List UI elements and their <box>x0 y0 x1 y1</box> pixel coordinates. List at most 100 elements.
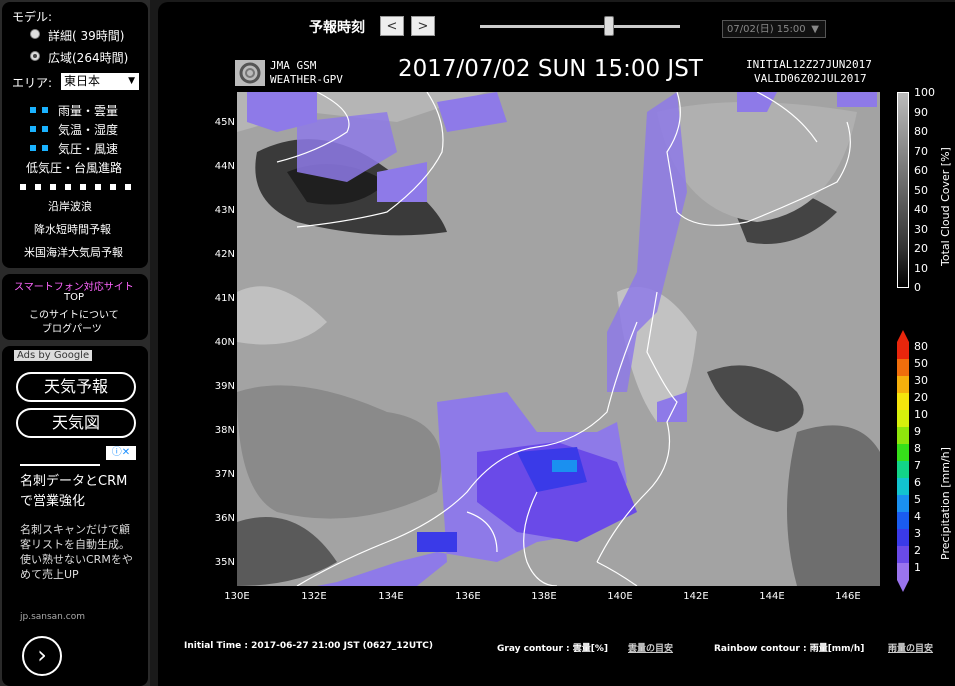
ad-divider <box>20 464 100 466</box>
lon-label: 144E <box>759 591 785 602</box>
precip-label: 8 <box>914 442 921 455</box>
ad-url[interactable]: jp.sansan.com <box>20 612 85 622</box>
precip-label: 80 <box>914 340 928 353</box>
ad-weather-button[interactable]: 天気予報 <box>16 372 136 402</box>
lat-label: 41N <box>214 293 235 304</box>
chevron-down-icon: ▼ <box>811 24 819 35</box>
precip-label: 1 <box>914 561 921 574</box>
next-button[interactable]: > <box>411 16 435 36</box>
lat-label: 42N <box>214 249 235 260</box>
footer-gray-contour: Gray contour : 雲量[%] <box>497 644 608 654</box>
precip-label: 50 <box>914 357 928 370</box>
menu-short-precip[interactable]: 降水短時間予報 <box>34 221 111 237</box>
colorbar-arrow-up-icon <box>897 330 909 342</box>
sidebar: モデル: 詳細( 39時間) 広域(264時間) エリア: 東日本 ▼ 雨量・雲量… <box>0 0 150 686</box>
time-slider-thumb[interactable] <box>604 16 614 36</box>
lat-label: 43N <box>214 205 235 216</box>
precipitation-title: Precipitation [mm/h] <box>939 447 952 560</box>
cloud-label: 90 <box>914 106 928 119</box>
chevron-down-icon: ▼ <box>128 76 135 86</box>
cloud-guide-link[interactable]: 雲量の目安 <box>628 641 673 654</box>
time-slider-track[interactable] <box>480 25 680 28</box>
about-link[interactable]: このサイトについて <box>29 306 119 321</box>
precip-color-segment <box>897 410 909 427</box>
lon-label: 130E <box>224 591 250 602</box>
model-option-detail[interactable]: 詳細( 39時間) <box>48 27 124 44</box>
menu-noaa[interactable]: 米国海洋大気局予報 <box>24 244 123 260</box>
layer-icon <box>42 107 48 113</box>
precip-label: 6 <box>914 476 921 489</box>
precip-label: 7 <box>914 459 921 472</box>
cloud-label: 30 <box>914 223 928 236</box>
weather-map[interactable] <box>237 92 880 586</box>
layer-icon <box>30 145 36 151</box>
footer-rainbow-contour: Rainbow contour : 雨量[mm/h] <box>714 644 865 654</box>
ad-weather-map-button[interactable]: 天気図 <box>16 408 136 438</box>
precip-color-segment <box>897 529 909 546</box>
cloud-label: 80 <box>914 125 928 138</box>
layer-icon <box>42 145 48 151</box>
precip-label: 9 <box>914 425 921 438</box>
precip-label: 4 <box>914 510 921 523</box>
ad-title[interactable]: 名刺データとCRMで営業強化 <box>20 472 138 512</box>
lat-label: 36N <box>214 513 235 524</box>
cloud-label: 70 <box>914 145 928 158</box>
precip-label: 2 <box>914 544 921 557</box>
model-label: モデル: <box>12 10 53 24</box>
menu-low-pressure[interactable]: 低気圧・台風進路 <box>26 159 122 176</box>
precip-color-segment <box>897 444 909 461</box>
layer-icon <box>42 126 48 132</box>
links-panel: スマートフォン対応サイト TOP このサイトについて ブログパーツ <box>2 274 148 340</box>
precip-color-segment <box>897 393 909 410</box>
precipitation-colorbar <box>897 330 909 592</box>
initial-time: INITIAL12Z27JUN2017 <box>746 58 872 71</box>
menu-coastal-waves[interactable]: 沿岸波浪 <box>48 198 92 214</box>
lon-label: 134E <box>378 591 404 602</box>
model-radio-detail[interactable] <box>30 29 40 39</box>
rain-guide-link[interactable]: 雨量の目安 <box>888 641 933 654</box>
cloud-label: 60 <box>914 164 928 177</box>
layer-icon <box>30 107 36 113</box>
ads-label: Ads by Google <box>17 350 90 361</box>
top-link[interactable]: TOP <box>64 292 84 303</box>
precip-label: 10 <box>914 408 928 421</box>
valid-time: VALID06Z02JUL2017 <box>754 72 867 85</box>
ad-info-icon[interactable]: ⓘ✕ <box>106 446 136 460</box>
layer-temp-humidity[interactable]: 気温・湿度 <box>58 121 118 138</box>
colorbar-arrow-down-icon <box>897 580 909 592</box>
smartphone-link[interactable]: スマートフォン対応サイト <box>14 278 134 293</box>
lat-label: 38N <box>214 425 235 436</box>
lat-label: 35N <box>214 557 235 568</box>
precip-label: 20 <box>914 391 928 404</box>
lon-label: 136E <box>455 591 481 602</box>
layer-rain-cloud[interactable]: 雨量・雲量 <box>58 102 118 119</box>
date-select-value: 07/02(日) 15:00 <box>727 24 806 35</box>
area-select[interactable]: 東日本 ▼ <box>61 73 139 90</box>
area-label: エリア: <box>12 76 53 90</box>
lon-label: 138E <box>531 591 557 602</box>
model-option-wide[interactable]: 広域(264時間) <box>48 49 128 66</box>
layer-pressure-wind[interactable]: 気圧・風速 <box>58 140 118 157</box>
precip-label: 30 <box>914 374 928 387</box>
lat-label: 44N <box>214 161 235 172</box>
prev-button[interactable]: < <box>380 16 404 36</box>
footer-initial-time: Initial Time : 2017-06-27 21:00 JST (062… <box>184 641 434 651</box>
ads-by-google[interactable]: Ads by Google <box>14 350 93 361</box>
precip-color-segment <box>897 563 909 580</box>
precip-label: 3 <box>914 527 921 540</box>
lat-label: 40N <box>214 337 235 348</box>
precip-color-segment <box>897 461 909 478</box>
precip-color-segment <box>897 478 909 495</box>
precip-color-segment <box>897 376 909 393</box>
ad-next-button[interactable]: › <box>22 636 62 676</box>
area-select-value: 東日本 <box>64 74 101 88</box>
model-radio-wide[interactable] <box>30 51 40 61</box>
precip-color-segment <box>897 546 909 563</box>
cloud-label: 50 <box>914 184 928 197</box>
cloud-label: 100 <box>914 86 935 99</box>
cloud-label: 10 <box>914 262 928 275</box>
blog-parts-link[interactable]: ブログパーツ <box>42 320 102 335</box>
ad-body[interactable]: 名刺スキャンだけで顧客リストを自動生成。使い熟せないCRMをやめて売上UP <box>20 522 138 582</box>
date-select[interactable]: 07/02(日) 15:00 ▼ <box>722 20 826 38</box>
model-subname: WEATHER-GPV <box>270 73 343 86</box>
